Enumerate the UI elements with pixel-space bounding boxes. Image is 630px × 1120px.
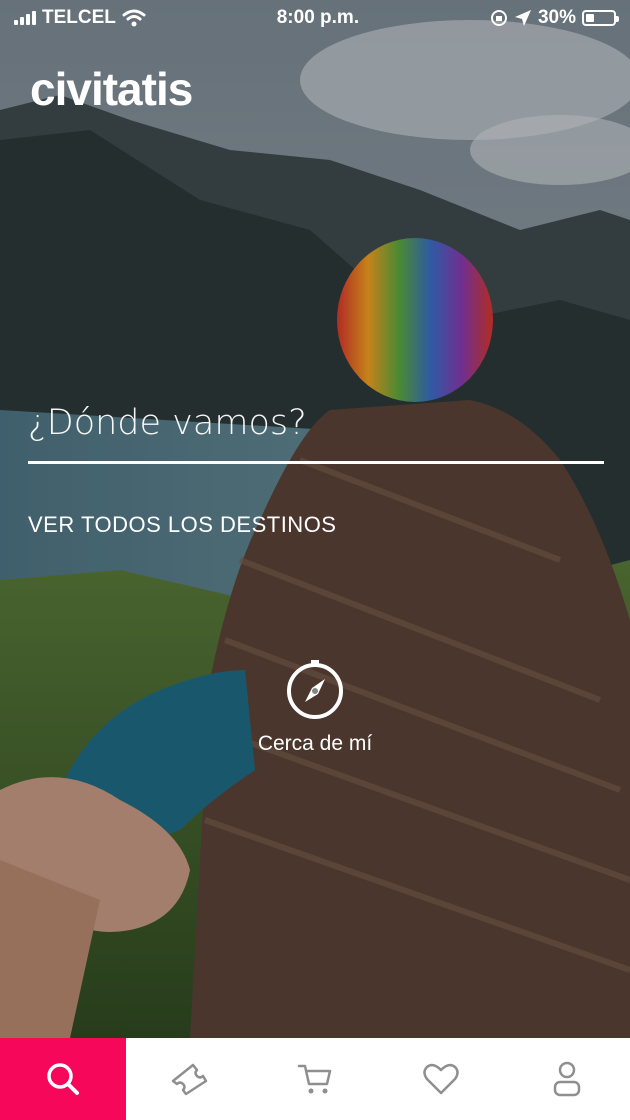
battery-icon xyxy=(581,10,619,26)
destination-search-input[interactable]: ¿Dónde vamos? xyxy=(28,384,604,464)
signal-icon xyxy=(14,11,36,25)
wifi-icon xyxy=(122,9,146,27)
near-me-button[interactable]: Cerca de mí xyxy=(0,660,630,756)
see-all-destinations-link[interactable]: VER TODOS LOS DESTINOS xyxy=(28,512,336,538)
tab-cart[interactable] xyxy=(252,1038,378,1120)
battery-level xyxy=(585,14,594,22)
carrier-label: TELCEL xyxy=(42,7,116,28)
tab-search[interactable] xyxy=(0,1038,126,1120)
status-bar: TELCEL 8:00 p.m. 30% xyxy=(0,0,630,36)
location-arrow-icon xyxy=(514,10,531,26)
tab-tickets[interactable] xyxy=(126,1038,252,1120)
compass-icon xyxy=(287,660,343,719)
near-me-label: Cerca de mí xyxy=(257,732,373,755)
rotation-lock-icon xyxy=(490,10,507,26)
user-icon xyxy=(553,1061,581,1097)
battery-percent: 30% xyxy=(537,7,576,28)
tab-profile[interactable] xyxy=(504,1038,630,1120)
search-icon xyxy=(47,1063,79,1095)
tab-favorites[interactable] xyxy=(378,1038,504,1120)
ticket-icon xyxy=(171,1063,208,1096)
search-placeholder: ¿Dónde vamos? xyxy=(28,402,307,443)
clock: 8:00 p.m. xyxy=(276,7,360,28)
app-screen: TELCEL 8:00 p.m. 30% civitatis ¿Dónde va… xyxy=(0,0,630,1120)
cart-icon xyxy=(297,1064,332,1094)
bottom-tab-bar xyxy=(0,1038,630,1120)
status-right: 30% xyxy=(490,7,619,29)
status-left: TELCEL xyxy=(14,7,146,29)
civitatis-logo: civitatis xyxy=(30,63,193,115)
heart-icon xyxy=(423,1063,459,1095)
